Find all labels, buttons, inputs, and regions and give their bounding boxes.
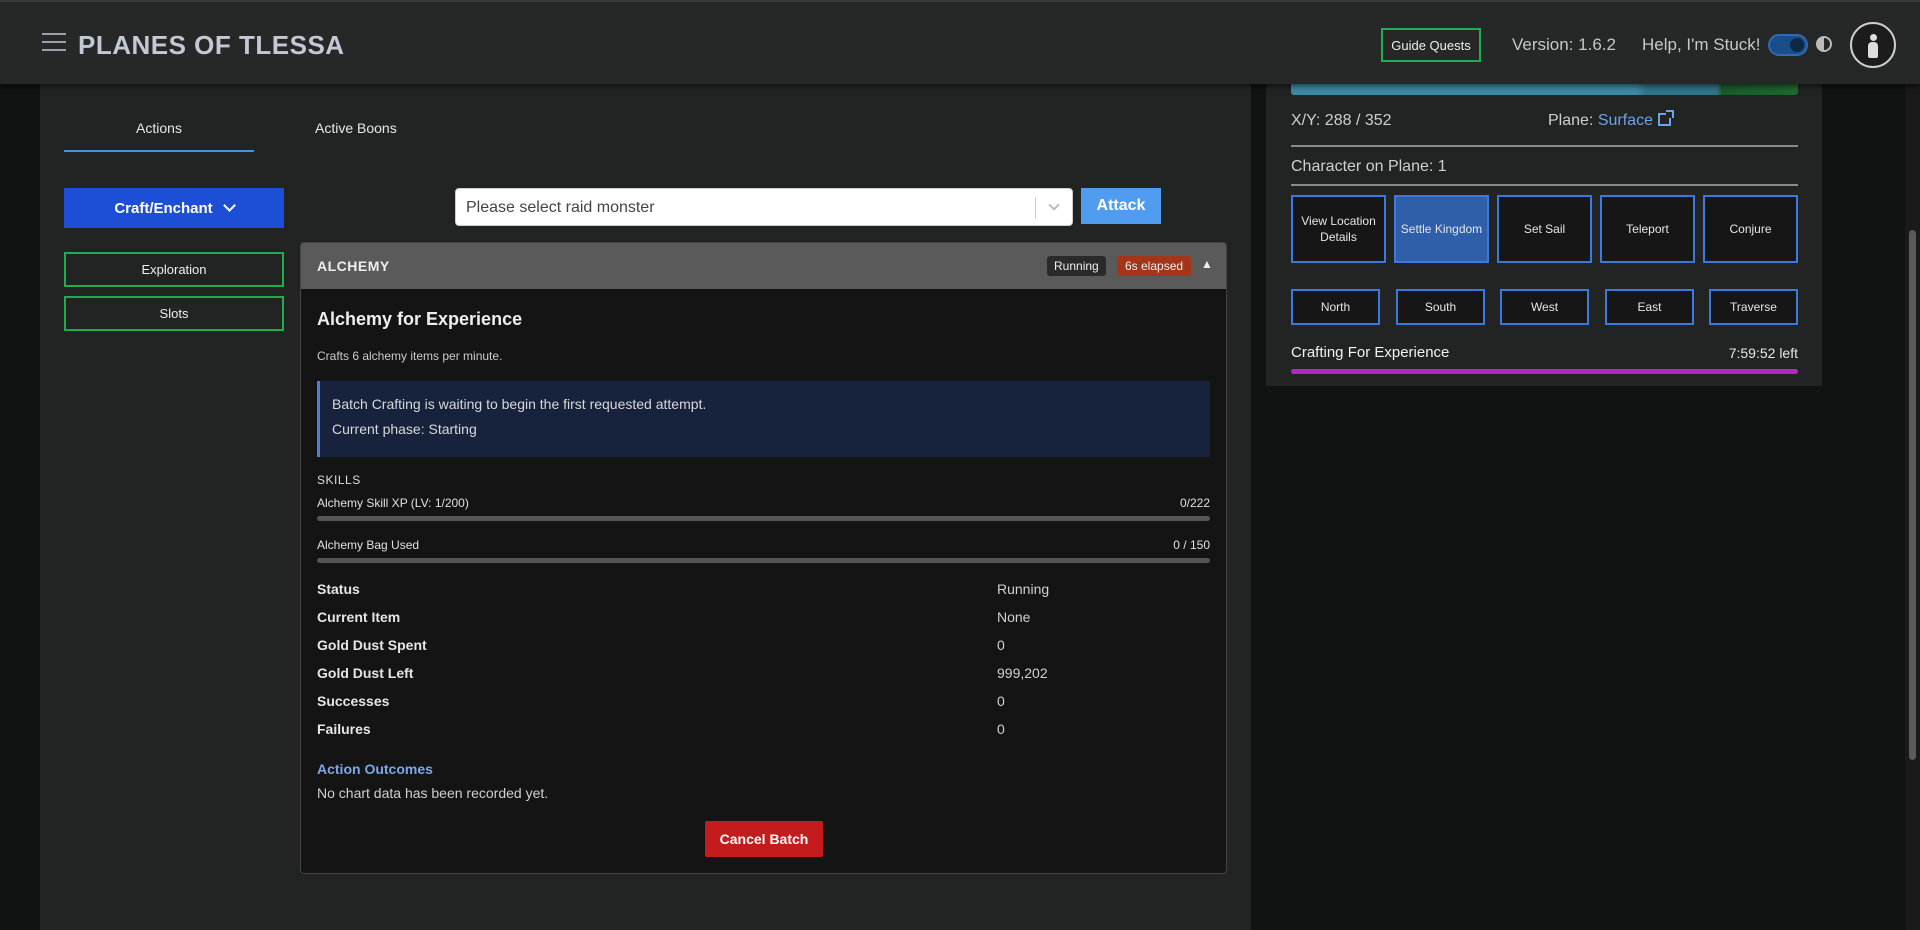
character-on-plane: Character on Plane: 1: [1291, 158, 1447, 175]
craft-enchant-label: Craft/Enchant: [114, 199, 213, 217]
version-link[interactable]: Version: 1.6.2: [1512, 35, 1616, 55]
hamburger-icon[interactable]: [42, 33, 66, 53]
tab-actions[interactable]: Actions: [64, 120, 254, 136]
set-sail-button[interactable]: Set Sail: [1497, 195, 1592, 263]
stat-value-failures: 0: [997, 721, 1005, 737]
alchemy-card-header[interactable]: ALCHEMY Running 6s elapsed ▲: [301, 243, 1226, 289]
cancel-batch-button[interactable]: Cancel Batch: [705, 821, 823, 857]
attack-button[interactable]: Attack: [1081, 188, 1161, 224]
app-title[interactable]: PLANES OF TLESSA: [78, 30, 345, 61]
stat-label-gold-dust-left: Gold Dust Left: [317, 665, 414, 681]
stat-label-successes: Successes: [317, 693, 390, 709]
slots-button[interactable]: Slots: [64, 296, 284, 331]
divider: [1291, 145, 1798, 147]
active-tab-indicator: [64, 150, 254, 152]
skills-heading: SKILLS: [317, 473, 361, 487]
bag-used-value: 0 / 150: [1173, 538, 1210, 552]
move-north-button[interactable]: North: [1291, 289, 1380, 325]
action-outcomes-title: Action Outcomes: [317, 761, 433, 777]
select-separator: [1035, 197, 1036, 219]
view-location-details-button[interactable]: View Location Details: [1291, 195, 1386, 263]
conjure-button[interactable]: Conjure: [1703, 195, 1798, 263]
alchemy-title: Alchemy for Experience: [317, 309, 523, 329]
skill-xp-progress-bar: [317, 516, 1210, 521]
batch-info-box: Batch Crafting is waiting to begin the f…: [317, 381, 1210, 457]
chevron-down-icon: [222, 198, 236, 212]
crafting-timer-bar: [1291, 369, 1798, 374]
status-badge: Running: [1047, 256, 1106, 276]
theme-toggle[interactable]: [1768, 34, 1808, 56]
contrast-icon: [1816, 36, 1832, 52]
stat-value-status: Running: [997, 581, 1050, 597]
crafting-timer-label: Crafting For Experience: [1291, 344, 1450, 361]
guide-quests-button[interactable]: Guide Quests: [1381, 28, 1481, 62]
settle-kingdom-button[interactable]: Settle Kingdom: [1394, 195, 1489, 263]
plane-label: Plane:: [1548, 112, 1594, 129]
batch-phase-line: Current phase: Starting: [332, 421, 477, 437]
craft-enchant-button[interactable]: Craft/Enchant: [64, 188, 284, 228]
alchemy-card: ALCHEMY Running 6s elapsed ▲ Alchemy for…: [300, 242, 1227, 874]
raid-monster-select[interactable]: Please select raid monster: [455, 188, 1073, 226]
map-preview[interactable]: [1291, 84, 1798, 95]
scrollbar-thumb[interactable]: [1909, 230, 1916, 760]
stat-label-gold-dust-spent: Gold Dust Spent: [317, 637, 427, 653]
tab-active-boons[interactable]: Active Boons: [315, 120, 397, 136]
teleport-button[interactable]: Teleport: [1600, 195, 1695, 263]
elapsed-badge: 6s elapsed: [1117, 256, 1192, 276]
page-scrollbar[interactable]: [1905, 84, 1920, 930]
collapse-icon[interactable]: ▲: [1201, 257, 1213, 271]
batch-info-line: Batch Crafting is waiting to begin the f…: [332, 396, 707, 412]
plane-link[interactable]: Surface: [1598, 112, 1653, 129]
stat-label-current-item: Current Item: [317, 609, 401, 625]
plane-info: Plane: Surface: [1548, 110, 1674, 130]
move-west-button[interactable]: West: [1500, 289, 1589, 325]
skill-xp-value: 0/222: [1179, 496, 1210, 510]
help-link[interactable]: Help, I'm Stuck!: [1642, 35, 1761, 55]
caret-down-icon[interactable]: [1048, 199, 1060, 211]
crafting-time-left: 7:59:52 left: [1728, 345, 1798, 361]
bag-used-label: Alchemy Bag Used: [317, 538, 420, 552]
divider: [1291, 184, 1798, 186]
stat-label-status: Status: [317, 581, 360, 597]
move-east-button[interactable]: East: [1605, 289, 1694, 325]
stat-value-gold-dust-left: 999,202: [997, 665, 1048, 681]
user-icon[interactable]: [1850, 22, 1896, 68]
alchemy-subtitle: Crafts 6 alchemy items per minute.: [317, 349, 503, 363]
action-outcomes-empty-text: No chart data has been recorded yet.: [317, 785, 549, 801]
stat-value-successes: 0: [997, 693, 1005, 709]
alchemy-header-title: ALCHEMY: [317, 258, 390, 274]
stat-value-current-item: None: [997, 609, 1031, 625]
exploration-button[interactable]: Exploration: [64, 252, 284, 287]
stat-value-gold-dust-spent: 0: [997, 637, 1005, 653]
xy-coordinates: X/Y: 288 / 352: [1291, 112, 1392, 129]
move-south-button[interactable]: South: [1396, 289, 1485, 325]
external-link-icon[interactable]: [1657, 110, 1674, 126]
bag-used-progress-bar: [317, 558, 1210, 563]
stat-label-failures: Failures: [317, 721, 371, 737]
skill-xp-label: Alchemy Skill XP (LV: 1/200): [317, 496, 469, 510]
toggle-knob: [1790, 38, 1804, 52]
top-navbar: PLANES OF TLESSA Guide Quests Version: 1…: [0, 0, 1920, 84]
raid-select-placeholder: Please select raid monster: [466, 199, 655, 216]
traverse-button[interactable]: Traverse: [1709, 289, 1798, 325]
